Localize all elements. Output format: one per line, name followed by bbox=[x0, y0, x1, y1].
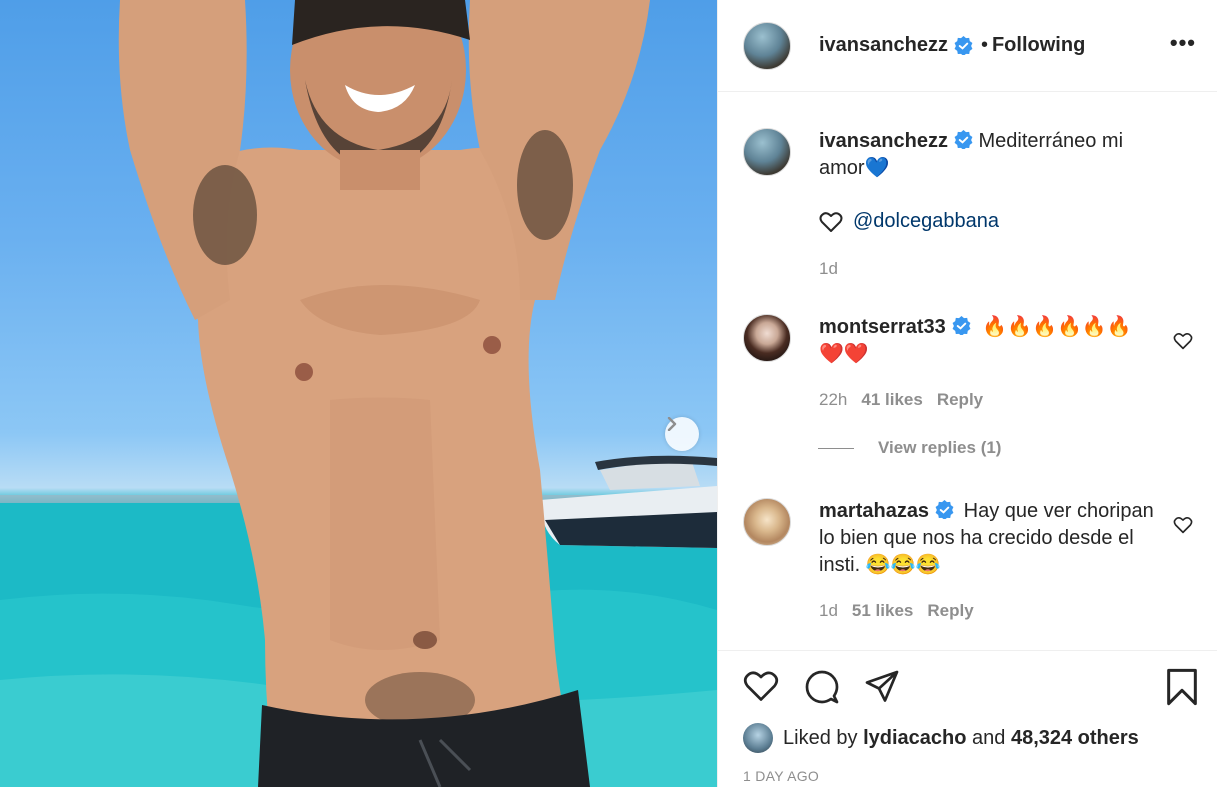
author-avatar[interactable] bbox=[743, 21, 791, 70]
comment-body: montserrat33 🔥🔥🔥🔥🔥🔥 ❤️❤️ 22h 41 likes Repl… bbox=[819, 314, 1159, 413]
post-header: ivansanchezz • Following ••• bbox=[718, 0, 1217, 92]
author-avatar[interactable] bbox=[743, 128, 791, 176]
verified-badge-icon bbox=[954, 130, 973, 149]
comments-list: ivansanchezz Mediterráneo mi amor💙 @dolc… bbox=[718, 92, 1217, 650]
author-username[interactable]: ivansanchezz bbox=[819, 34, 948, 57]
following-button[interactable]: Following bbox=[992, 34, 1085, 57]
liked-by-others[interactable]: 48,324 others bbox=[1011, 727, 1139, 750]
comment-meta: 22h 41 likes Reply bbox=[819, 386, 1159, 413]
mention-link[interactable]: @dolcegabbana bbox=[853, 208, 999, 235]
paper-plane-icon[interactable] bbox=[864, 669, 900, 705]
caption-time: 1d bbox=[819, 259, 838, 278]
post-actions: Liked by lydiacacho and 48,324 others 1 … bbox=[718, 650, 1217, 787]
commenter-avatar[interactable] bbox=[743, 498, 791, 546]
comment-item: martahazas Hay que ver choripan lo bien … bbox=[743, 498, 1193, 624]
comment-meta: 1d 51 likes Reply bbox=[819, 597, 1159, 624]
bookmark-icon[interactable] bbox=[1165, 667, 1199, 707]
post-photo bbox=[0, 0, 717, 787]
view-replies-button[interactable]: View replies (1) bbox=[818, 438, 1001, 458]
verified-badge-icon bbox=[935, 500, 954, 519]
heart-icon[interactable] bbox=[743, 669, 779, 703]
post-timestamp[interactable]: 1 DAY AGO bbox=[743, 768, 819, 784]
liked-by-line: Liked by lydiacacho and 48,324 others bbox=[743, 723, 1139, 753]
post-side-panel: ivansanchezz • Following ••• ivansanchez… bbox=[717, 0, 1217, 787]
commenter-avatar[interactable] bbox=[743, 314, 791, 362]
comment-username[interactable]: martahazas bbox=[819, 500, 929, 522]
comment-text-fire: 🔥🔥🔥🔥🔥🔥 bbox=[982, 316, 1132, 338]
separator-dot: • bbox=[980, 34, 988, 56]
comment-likes[interactable]: 51 likes bbox=[852, 601, 913, 620]
comment-body: martahazas Hay que ver choripan lo bien … bbox=[819, 498, 1159, 624]
caption: ivansanchezz Mediterráneo mi amor💙 @dolc… bbox=[743, 128, 1193, 282]
caption-username[interactable]: ivansanchezz bbox=[819, 130, 948, 152]
verified-badge-icon bbox=[954, 36, 973, 55]
comment-time: 22h bbox=[819, 390, 848, 409]
liked-by-and: and bbox=[972, 726, 1006, 749]
caption-body: ivansanchezz Mediterráneo mi amor💙 @dolc… bbox=[819, 128, 1159, 282]
photo-illustration bbox=[0, 0, 717, 787]
comment-likes[interactable]: 41 likes bbox=[861, 390, 922, 409]
heart-outline-icon bbox=[819, 211, 843, 232]
caption-mention-line: @dolcegabbana bbox=[819, 208, 1159, 235]
blue-heart-emoji: 💙 bbox=[864, 157, 890, 179]
liked-by-user[interactable]: lydiacacho bbox=[863, 727, 966, 750]
reply-button[interactable]: Reply bbox=[937, 390, 983, 409]
comment-item: montserrat33 🔥🔥🔥🔥🔥🔥 ❤️❤️ 22h 41 likes Repl… bbox=[743, 314, 1193, 413]
comment-username[interactable]: montserrat33 bbox=[819, 316, 946, 338]
reply-button[interactable]: Reply bbox=[927, 601, 973, 620]
more-options-icon[interactable]: ••• bbox=[1170, 30, 1196, 56]
comment-icon[interactable] bbox=[804, 669, 840, 705]
replies-divider bbox=[818, 447, 854, 449]
next-photo-button[interactable] bbox=[665, 417, 699, 451]
chevron-right-icon bbox=[667, 417, 677, 431]
comment-like-icon[interactable] bbox=[1173, 332, 1193, 350]
view-replies-label: View replies (1) bbox=[878, 438, 1002, 457]
comment-like-icon[interactable] bbox=[1173, 516, 1193, 534]
liker-avatar[interactable] bbox=[743, 723, 773, 753]
comment-text-hearts: ❤️❤️ bbox=[819, 343, 869, 365]
verified-badge-icon bbox=[952, 316, 971, 335]
liked-by-prefix: Liked by bbox=[783, 726, 858, 749]
comment-time: 1d bbox=[819, 601, 838, 620]
